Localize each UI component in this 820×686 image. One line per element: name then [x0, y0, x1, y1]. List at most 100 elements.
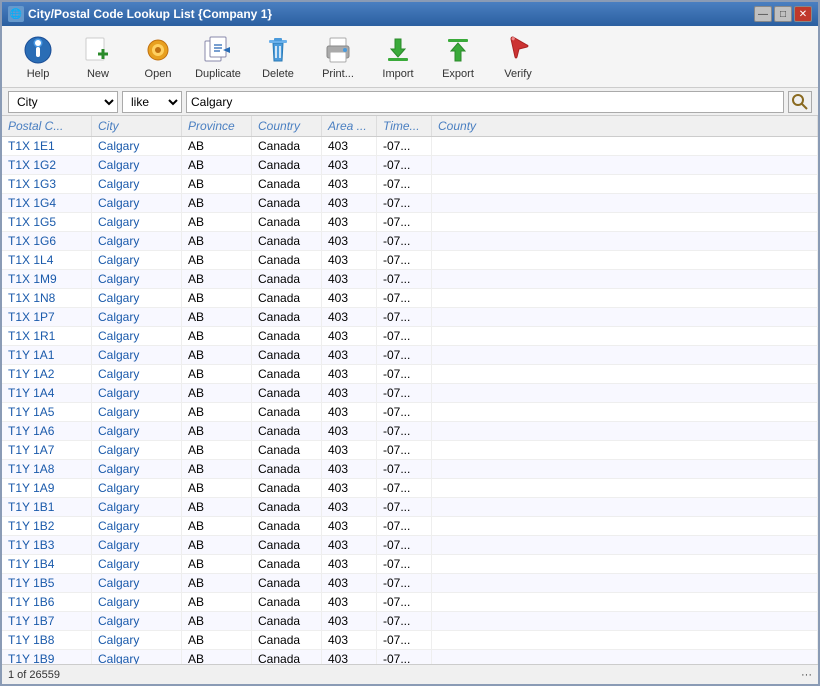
- table-row[interactable]: T1Y 1B5 Calgary AB Canada 403 -07...: [2, 574, 818, 593]
- cell-postal: T1X 1L4: [2, 251, 92, 269]
- table-row[interactable]: T1X 1G5 Calgary AB Canada 403 -07...: [2, 213, 818, 232]
- col-header-province: Province: [182, 116, 252, 136]
- cell-postal: T1X 1M9: [2, 270, 92, 288]
- cell-city: Calgary: [92, 289, 182, 307]
- print-button[interactable]: Print...: [310, 31, 366, 83]
- col-header-country: Country: [252, 116, 322, 136]
- cell-time: -07...: [377, 156, 432, 174]
- cell-province: AB: [182, 365, 252, 383]
- cell-country: Canada: [252, 631, 322, 649]
- table-row[interactable]: T1Y 1B3 Calgary AB Canada 403 -07...: [2, 536, 818, 555]
- search-go-button[interactable]: [788, 91, 812, 113]
- table-row[interactable]: T1X 1R1 Calgary AB Canada 403 -07...: [2, 327, 818, 346]
- cell-postal: T1Y 1A5: [2, 403, 92, 421]
- table-row[interactable]: T1Y 1A6 Calgary AB Canada 403 -07...: [2, 422, 818, 441]
- cell-postal: T1X 1P7: [2, 308, 92, 326]
- cell-time: -07...: [377, 612, 432, 630]
- duplicate-button[interactable]: Duplicate: [190, 31, 246, 83]
- cell-province: AB: [182, 213, 252, 231]
- cell-county: [432, 403, 818, 421]
- open-button[interactable]: Open: [130, 31, 186, 83]
- cell-area: 403: [322, 536, 377, 554]
- cell-postal: T1X 1R1: [2, 327, 92, 345]
- cell-postal: T1Y 1A8: [2, 460, 92, 478]
- cell-county: [432, 631, 818, 649]
- cell-postal: T1Y 1A6: [2, 422, 92, 440]
- cell-country: Canada: [252, 536, 322, 554]
- cell-postal: T1Y 1B5: [2, 574, 92, 592]
- cell-city: Calgary: [92, 232, 182, 250]
- cell-time: -07...: [377, 384, 432, 402]
- table-row[interactable]: T1Y 1A1 Calgary AB Canada 403 -07...: [2, 346, 818, 365]
- new-button[interactable]: New: [70, 31, 126, 83]
- table-row[interactable]: T1Y 1B4 Calgary AB Canada 403 -07...: [2, 555, 818, 574]
- table-row[interactable]: T1X 1G3 Calgary AB Canada 403 -07...: [2, 175, 818, 194]
- table-row[interactable]: T1X 1N8 Calgary AB Canada 403 -07...: [2, 289, 818, 308]
- cell-area: 403: [322, 479, 377, 497]
- new-label: New: [87, 68, 109, 80]
- cell-area: 403: [322, 631, 377, 649]
- help-button[interactable]: Help: [10, 31, 66, 83]
- table-row[interactable]: T1Y 1A9 Calgary AB Canada 403 -07...: [2, 479, 818, 498]
- import-button[interactable]: Import: [370, 31, 426, 83]
- verify-button[interactable]: Verify: [490, 31, 546, 83]
- new-icon: [82, 34, 114, 66]
- delete-icon: [262, 34, 294, 66]
- cell-country: Canada: [252, 213, 322, 231]
- table-row[interactable]: T1Y 1B1 Calgary AB Canada 403 -07...: [2, 498, 818, 517]
- close-button[interactable]: ✕: [794, 6, 812, 22]
- cell-country: Canada: [252, 574, 322, 592]
- cell-postal: T1X 1G2: [2, 156, 92, 174]
- table-row[interactable]: T1Y 1A4 Calgary AB Canada 403 -07...: [2, 384, 818, 403]
- table-row[interactable]: T1Y 1A5 Calgary AB Canada 403 -07...: [2, 403, 818, 422]
- duplicate-icon: [202, 34, 234, 66]
- cell-postal: T1Y 1B7: [2, 612, 92, 630]
- table-row[interactable]: T1Y 1A7 Calgary AB Canada 403 -07...: [2, 441, 818, 460]
- cell-county: [432, 555, 818, 573]
- table-row[interactable]: T1Y 1B2 Calgary AB Canada 403 -07...: [2, 517, 818, 536]
- minimize-button[interactable]: —: [754, 6, 772, 22]
- cell-area: 403: [322, 251, 377, 269]
- search-input[interactable]: [186, 91, 784, 113]
- table-body: T1X 1E1 Calgary AB Canada 403 -07... T1X…: [2, 137, 818, 664]
- cell-country: Canada: [252, 555, 322, 573]
- cell-city: Calgary: [92, 574, 182, 592]
- table-row[interactable]: T1X 1G4 Calgary AB Canada 403 -07...: [2, 194, 818, 213]
- cell-time: -07...: [377, 517, 432, 535]
- cell-time: -07...: [377, 498, 432, 516]
- table-row[interactable]: T1X 1M9 Calgary AB Canada 403 -07...: [2, 270, 818, 289]
- table-row[interactable]: T1Y 1B9 Calgary AB Canada 403 -07...: [2, 650, 818, 664]
- delete-button[interactable]: Delete: [250, 31, 306, 83]
- table-row[interactable]: T1X 1E1 Calgary AB Canada 403 -07...: [2, 137, 818, 156]
- cell-time: -07...: [377, 593, 432, 611]
- title-buttons: — □ ✕: [754, 6, 812, 22]
- cell-country: Canada: [252, 479, 322, 497]
- export-button[interactable]: Export: [430, 31, 486, 83]
- cell-country: Canada: [252, 346, 322, 364]
- table-row[interactable]: T1Y 1B6 Calgary AB Canada 403 -07...: [2, 593, 818, 612]
- verify-label: Verify: [504, 68, 532, 80]
- table-row[interactable]: T1X 1L4 Calgary AB Canada 403 -07...: [2, 251, 818, 270]
- cell-city: Calgary: [92, 213, 182, 231]
- cell-time: -07...: [377, 270, 432, 288]
- table-row[interactable]: T1X 1G6 Calgary AB Canada 403 -07...: [2, 232, 818, 251]
- table-row[interactable]: T1Y 1B7 Calgary AB Canada 403 -07...: [2, 612, 818, 631]
- cell-city: Calgary: [92, 422, 182, 440]
- table-row[interactable]: T1X 1G2 Calgary AB Canada 403 -07...: [2, 156, 818, 175]
- table-row[interactable]: T1Y 1A8 Calgary AB Canada 403 -07...: [2, 460, 818, 479]
- table-row[interactable]: T1Y 1B8 Calgary AB Canada 403 -07...: [2, 631, 818, 650]
- cell-country: Canada: [252, 194, 322, 212]
- cell-county: [432, 365, 818, 383]
- search-field-select[interactable]: City Postal Code Province Country Area C…: [8, 91, 118, 113]
- maximize-button[interactable]: □: [774, 6, 792, 22]
- cell-time: -07...: [377, 574, 432, 592]
- cell-area: 403: [322, 441, 377, 459]
- cell-city: Calgary: [92, 384, 182, 402]
- cell-time: -07...: [377, 251, 432, 269]
- help-label: Help: [27, 68, 50, 80]
- search-operator-select[interactable]: like = starts with contains: [122, 91, 182, 113]
- cell-country: Canada: [252, 289, 322, 307]
- table-row[interactable]: T1X 1P7 Calgary AB Canada 403 -07...: [2, 308, 818, 327]
- cell-province: AB: [182, 612, 252, 630]
- table-row[interactable]: T1Y 1A2 Calgary AB Canada 403 -07...: [2, 365, 818, 384]
